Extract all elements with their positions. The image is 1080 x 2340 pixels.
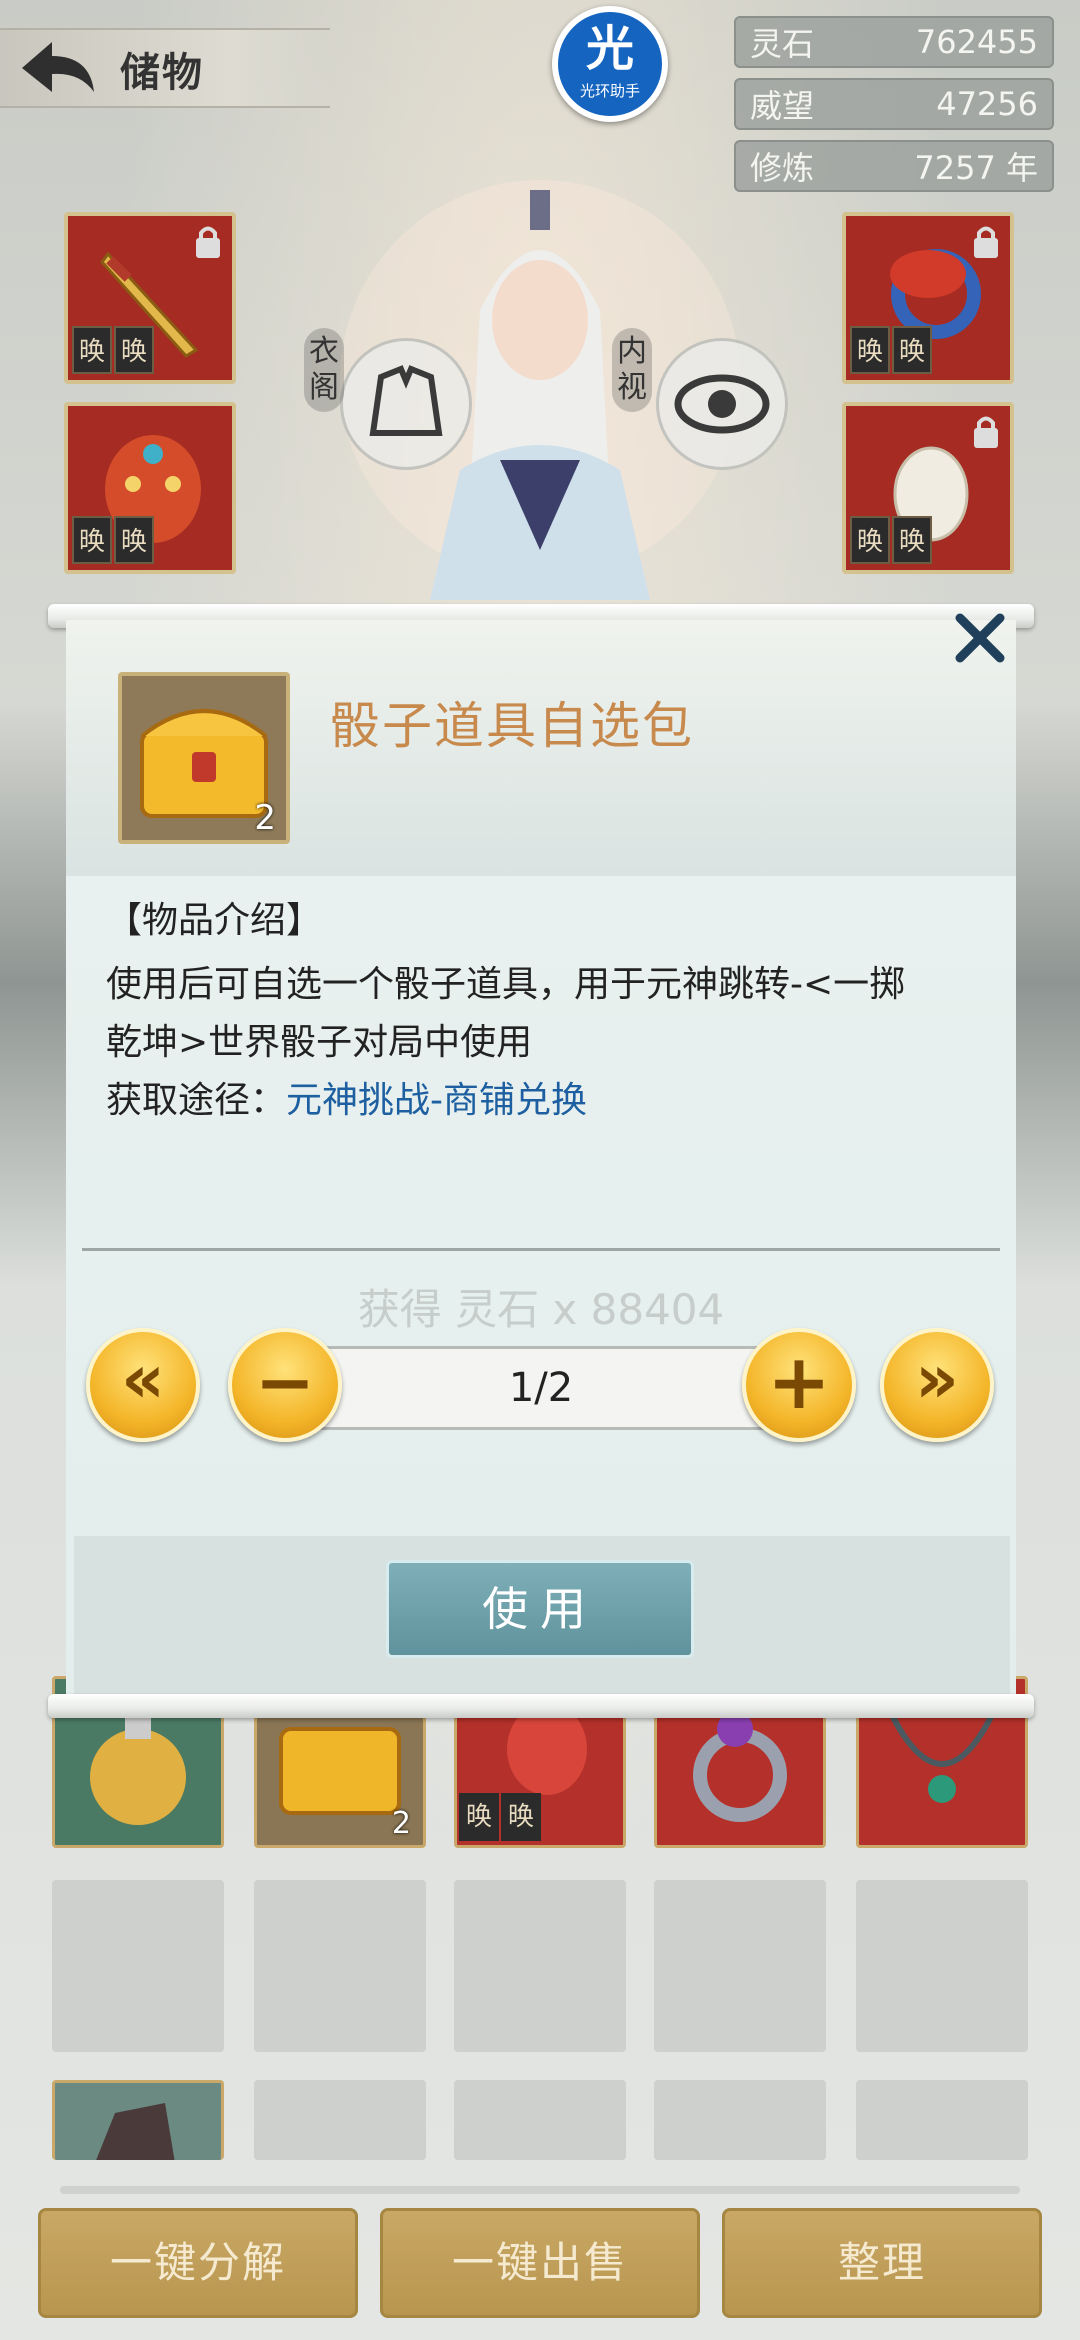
item-name: 骰子道具自选包 (330, 697, 694, 755)
stat-cultivation: 修炼 7257 年 (734, 140, 1054, 192)
stat-prestige: 威望 47256 (734, 78, 1054, 130)
seal-badge: 㬇 (850, 326, 890, 374)
inner-view-button[interactable] (656, 338, 788, 470)
lock-icon (974, 226, 998, 258)
seal-badge: 㬇 (72, 516, 112, 564)
lock-icon (974, 416, 998, 448)
bag-slot-empty[interactable] (52, 1880, 224, 2052)
double-chevron-left-icon: « (121, 1340, 165, 1419)
plus-icon: + (767, 1337, 831, 1426)
stat-value: 762455 (915, 23, 1038, 61)
item-count: 2 (391, 1806, 411, 1841)
bag-slot-empty[interactable] (654, 1880, 826, 2052)
modal-bottom-rod (48, 1694, 1034, 1718)
modal-divider (82, 1248, 1000, 1251)
equip-slot-ring[interactable]: 㬇 㬇 (842, 212, 1014, 384)
source-label: 获取途径： (106, 1080, 287, 1121)
sell-all-button[interactable]: 一键出售 (380, 2208, 700, 2318)
last-page-button[interactable]: » (880, 1328, 994, 1442)
close-icon[interactable] (952, 610, 1008, 666)
bag-item-ore[interactable] (52, 2080, 224, 2160)
outfit-label: 衣阁 (304, 328, 344, 412)
description-line: 乾坤>世界骰子对局中使用 (106, 1022, 533, 1063)
stat-spirit-stone: 灵石 762455 (734, 16, 1054, 68)
robe-icon (369, 365, 443, 436)
seal-badge: 㬇 (501, 1793, 541, 1841)
helper-badge-label: 光环助手 (579, 82, 640, 100)
lock-icon (196, 226, 220, 258)
stat-value: 47256 (936, 85, 1038, 123)
description-line: 使用后可自选一个骰子道具，用于元神跳转-<一掷 (106, 964, 906, 1005)
source-link[interactable]: 元神挑战-商铺兑换 (286, 1080, 587, 1121)
seal-badge: 㬇 (114, 516, 154, 564)
equip-slot-charm[interactable]: 㬇 㬇 (842, 402, 1014, 574)
plus-button[interactable]: + (742, 1328, 856, 1442)
helper-badge[interactable]: 光 光环助手 (552, 6, 668, 122)
double-chevron-right-icon: » (915, 1340, 959, 1419)
minus-icon: − (254, 1340, 316, 1424)
equip-slot-helm[interactable]: 㬇 㬇 (64, 402, 236, 574)
outfit-button[interactable] (340, 338, 472, 470)
back-arrow-icon[interactable] (18, 36, 98, 100)
seal-badge: 㬇 (850, 516, 890, 564)
bag-slot-empty[interactable] (254, 1880, 426, 2052)
seal-badge: 㬇 (72, 326, 112, 374)
helper-badge-glyph: 光 (585, 21, 634, 77)
page-indicator: 1/2 (262, 1346, 820, 1430)
equip-slot-weapon[interactable]: 㬇 㬇 (64, 212, 236, 384)
minus-button[interactable]: − (228, 1328, 342, 1442)
page-title: 储物 (120, 50, 204, 96)
eye-icon (674, 374, 770, 434)
stat-label: 灵石 (750, 25, 815, 63)
ore-icon (96, 2103, 175, 2160)
item-count: 2 (254, 798, 276, 838)
gain-text: 获得 灵石 x 88404 (357, 1285, 725, 1334)
inner-view-label: 内视 (612, 328, 652, 412)
bag-slot-empty[interactable] (856, 1880, 1028, 2052)
bag-slot-empty[interactable] (856, 2080, 1028, 2160)
stat-label: 威望 (750, 87, 815, 125)
seal-badge: 㬇 (892, 516, 932, 564)
item-icon: 2 (118, 672, 290, 844)
decompose-all-button[interactable]: 一键分解 (38, 2208, 358, 2318)
first-page-button[interactable]: « (86, 1328, 200, 1442)
sort-button[interactable]: 整理 (722, 2208, 1042, 2318)
use-button[interactable]: 使用 (386, 1560, 694, 1658)
stat-value: 7257 年 (914, 149, 1038, 187)
bag-slot-empty[interactable] (454, 2080, 626, 2160)
section-title: 【物品介绍】 (106, 900, 323, 941)
bag-slot-empty[interactable] (654, 2080, 826, 2160)
stat-label: 修炼 (750, 149, 815, 187)
bag-slot-empty[interactable] (454, 1880, 626, 2052)
bag-scrollbar[interactable] (60, 2186, 1020, 2194)
bag-slot-empty[interactable] (254, 2080, 426, 2160)
seal-badge: 㬇 (892, 326, 932, 374)
seal-badge: 㬇 (114, 326, 154, 374)
source-row: 获取途径：元神挑战-商铺兑换 (106, 1072, 986, 1130)
seal-badge: 㬇 (459, 1793, 499, 1841)
